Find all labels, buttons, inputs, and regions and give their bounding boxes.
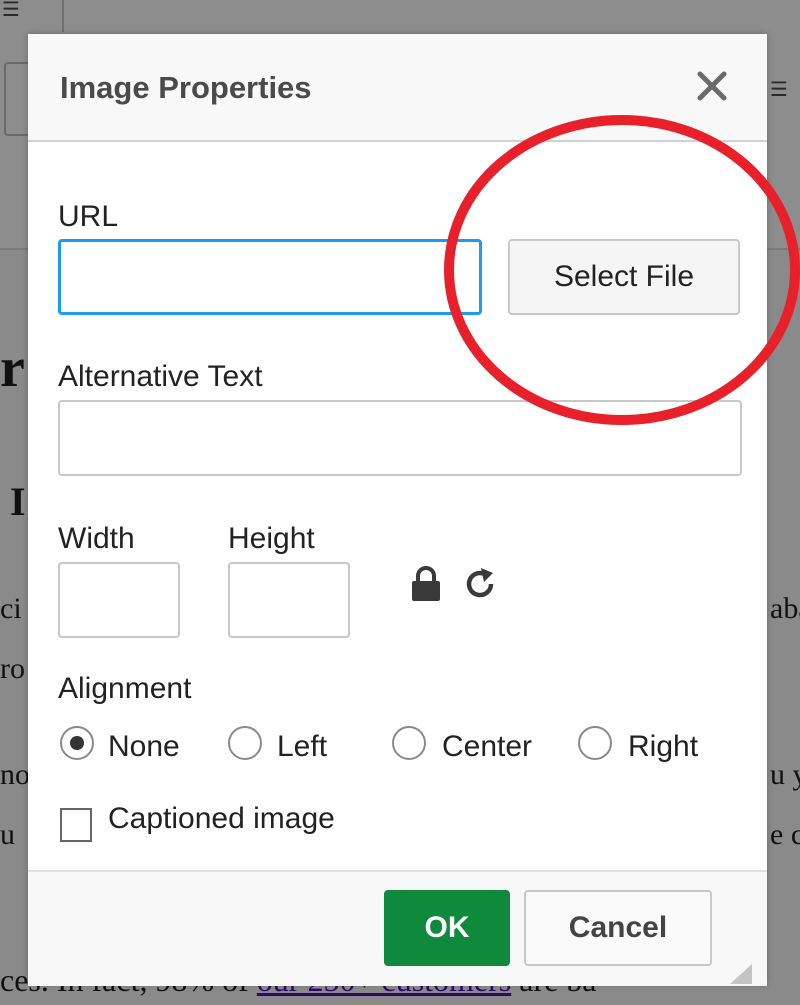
bg-text-line: u — [0, 818, 15, 851]
align-left-radio[interactable] — [228, 726, 262, 760]
captioned-image-label[interactable]: Captioned image — [108, 802, 335, 836]
align-left-label[interactable]: Left — [277, 730, 327, 764]
bg-text-line: u y — [770, 758, 800, 791]
align-none-label[interactable]: None — [108, 730, 180, 764]
align-right-radio[interactable] — [578, 726, 612, 760]
bg-subheading: I — [10, 479, 26, 524]
bg-heading: r — [0, 337, 25, 399]
close-icon[interactable] — [690, 64, 734, 108]
alignment-label: Alignment — [58, 672, 192, 705]
url-label: URL — [58, 200, 119, 233]
bg-text-line: ci — [0, 592, 22, 625]
dialog-header: Image Properties — [28, 34, 767, 142]
toolbar-divider — [62, 0, 64, 32]
bg-text-line: e c — [770, 818, 800, 851]
alt-text-input[interactable] — [58, 400, 742, 476]
bg-text-line: no — [0, 758, 30, 791]
captioned-image-checkbox[interactable] — [60, 808, 92, 842]
align-none-radio[interactable] — [60, 726, 94, 760]
height-label: Height — [228, 522, 315, 555]
reset-size-icon[interactable] — [462, 566, 498, 607]
url-input[interactable] — [58, 239, 482, 315]
radio-selected-dot — [70, 736, 84, 750]
align-center-radio[interactable] — [392, 726, 426, 760]
close-icon-glyph — [697, 71, 727, 101]
bg-text-line: ro — [0, 652, 25, 685]
width-input[interactable] — [58, 562, 180, 638]
resize-grip-icon[interactable] — [728, 962, 754, 984]
format-icon: ☰ — [2, 0, 20, 21]
cancel-button[interactable]: Cancel — [524, 890, 712, 966]
bg-text-line: aba — [770, 592, 800, 625]
alt-text-label: Alternative Text — [58, 360, 263, 393]
ok-button[interactable]: OK — [384, 890, 510, 966]
align-right-label[interactable]: Right — [628, 730, 698, 764]
align-center-label[interactable]: Center — [442, 730, 532, 764]
width-label: Width — [58, 522, 135, 555]
dialog-title: Image Properties — [60, 70, 312, 105]
image-properties-dialog: Image Properties URL Select File Alterna… — [28, 34, 767, 986]
align-icon: ☰ — [770, 79, 788, 101]
height-input[interactable] — [228, 562, 350, 638]
select-file-button[interactable]: Select File — [508, 239, 740, 315]
lock-icon[interactable] — [410, 566, 442, 607]
dialog-footer: OK Cancel — [28, 870, 767, 986]
